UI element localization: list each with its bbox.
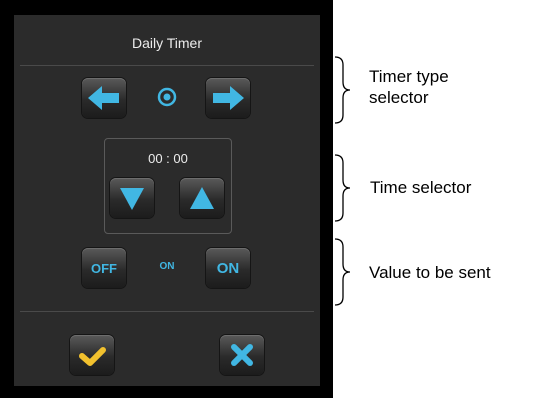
- checkmark-icon: [79, 347, 106, 366]
- on-button-label: ON: [216, 259, 240, 277]
- timer-type-annotation-line2: selector: [369, 88, 429, 107]
- value-annotation: Value to be sent: [369, 263, 491, 282]
- next-timer-type-button[interactable]: [206, 78, 250, 118]
- arrow-left-icon: [88, 86, 119, 110]
- cancel-button[interactable]: [220, 335, 264, 375]
- time-selector-annotation: Time selector: [370, 178, 472, 197]
- increase-time-button[interactable]: [180, 178, 224, 218]
- value-bracket: [334, 238, 351, 306]
- off-button[interactable]: OFF: [82, 248, 126, 288]
- time-selector-bracket: [334, 154, 351, 222]
- time-value: 00 : 00: [148, 151, 188, 166]
- off-button-label: OFF: [91, 260, 117, 276]
- triangle-up-icon: [190, 187, 214, 209]
- timer-panel: Daily Timer 00 : 00 OFF ON ON: [14, 15, 320, 386]
- prev-timer-type-button[interactable]: [82, 78, 126, 118]
- device-frame: Daily Timer 00 : 00 OFF ON ON: [0, 0, 333, 398]
- triangle-down-icon: [120, 188, 144, 210]
- decrease-time-button[interactable]: [110, 178, 154, 218]
- panel-title: Daily Timer: [131, 35, 202, 51]
- arrow-right-icon: [213, 86, 244, 110]
- timer-type-bracket: [334, 56, 351, 124]
- x-icon: [231, 344, 253, 366]
- confirm-button[interactable]: [70, 335, 114, 375]
- target-icon: [157, 87, 177, 107]
- timer-type-annotation-line1: Timer type: [369, 67, 449, 86]
- timer-type-annotation: Timer type selector: [369, 66, 449, 108]
- title-divider: [20, 65, 314, 66]
- current-value-label: ON: [159, 261, 175, 272]
- on-button[interactable]: ON: [206, 248, 250, 288]
- bottom-divider: [20, 311, 314, 312]
